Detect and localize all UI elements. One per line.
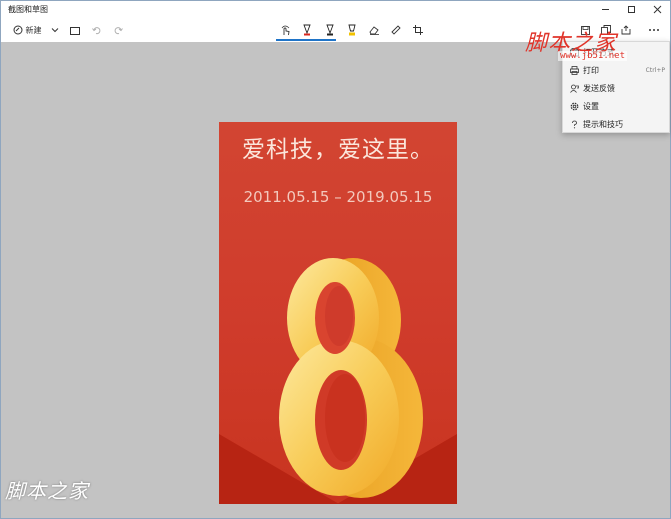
snip-sketch-window: 截图和草图 新建 爱科技，爱这里。 2011.05.15 – 2019.05.1… [0,0,671,519]
site-watermark: 脚本之家 www.jb51.net [522,25,671,69]
close-icon [653,5,661,14]
highlighter-icon [348,24,356,36]
poster-dates: 2011.05.15 – 2019.05.15 [243,188,433,206]
poster-slogan: 爱科技，爱这里。 [242,137,434,163]
redo-button[interactable] [111,20,125,40]
watermark-url: www.jb51.net [558,51,628,61]
undo-button[interactable] [89,20,103,40]
menu-item-settings[interactable]: 设置 [563,98,669,115]
menu-item-send-feedback[interactable]: 发送反馈 [563,80,669,97]
menu-label-send-feedback: 发送反馈 [583,84,615,93]
golden-number-eight [279,258,423,498]
ruler-icon [391,25,401,35]
settings-icon [569,102,579,112]
folder-icon [70,26,80,35]
app-title: 截图和草图 [8,5,48,14]
minimize-icon [601,9,609,10]
highlighter-button[interactable] [345,20,359,40]
maximize-button[interactable] [618,1,644,18]
chevron-down-icon [51,28,59,33]
help-icon [569,120,579,130]
ballpoint-pen-icon [303,24,311,36]
minimize-button[interactable] [592,1,618,18]
poster-image: 爱科技，爱这里。 2011.05.15 – 2019.05.15 [219,122,457,504]
ruler-button[interactable] [389,20,403,40]
eraser-button[interactable] [367,20,381,40]
maximize-icon [627,6,635,13]
pencil-icon [326,24,334,36]
undo-icon [91,26,100,34]
active-pen-indicator [276,39,336,41]
feedback-icon [569,84,579,94]
new-snip-button[interactable]: 新建 [9,20,45,40]
new-snip-label: 新建 [25,25,42,35]
new-snip-icon [13,25,22,35]
title-bar: 截图和草图 [1,1,670,18]
menu-label-tips: 提示和技巧 [583,120,623,129]
touch-writing-icon [281,25,290,35]
ballpoint-pen-button[interactable] [300,20,314,40]
close-button[interactable] [644,1,670,18]
redo-icon [114,26,123,34]
pencil-button[interactable] [323,20,337,40]
new-snip-dropdown[interactable] [48,20,62,40]
eraser-icon [368,26,379,35]
crop-icon [413,25,423,35]
menu-label-settings: 设置 [583,102,599,111]
corner-watermark: 脚本之家 [5,479,89,503]
open-file-button[interactable] [67,20,83,40]
touch-writing-button[interactable] [279,20,293,40]
menu-item-tips[interactable]: 提示和技巧 [563,116,669,133]
crop-button[interactable] [411,20,425,40]
